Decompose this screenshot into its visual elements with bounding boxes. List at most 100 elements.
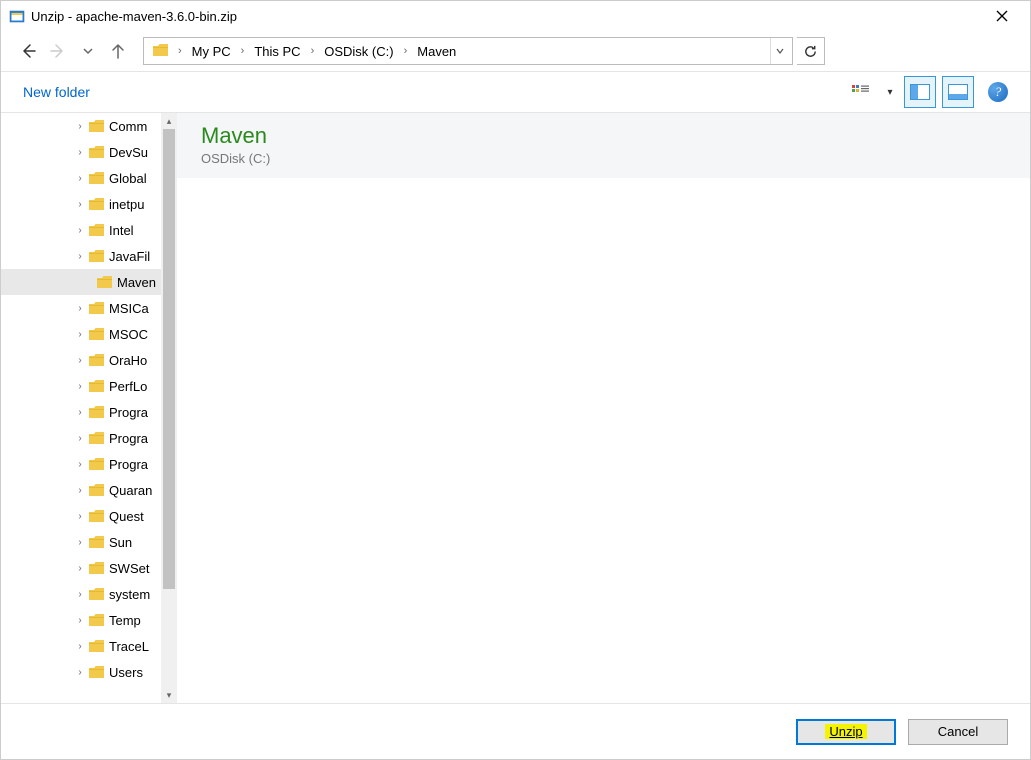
tree-item-label: Users	[109, 665, 143, 680]
chevron-right-icon[interactable]: ›	[73, 641, 87, 652]
chevron-right-icon[interactable]: ›	[73, 199, 87, 210]
scroll-up-button[interactable]: ▴	[161, 113, 177, 129]
tree-item-label: Maven	[117, 275, 156, 290]
breadcrumb-seg[interactable]: OSDisk (C:)	[318, 38, 399, 64]
chevron-right-icon[interactable]: ›	[237, 38, 249, 64]
breadcrumb[interactable]: › My PC › This PC › OSDisk (C:) › Maven	[143, 37, 793, 65]
tree-item[interactable]: › Progra	[1, 451, 161, 477]
view-options-button[interactable]	[846, 77, 876, 107]
chevron-right-icon[interactable]: ›	[73, 381, 87, 392]
chevron-right-icon[interactable]: ›	[73, 147, 87, 158]
refresh-button[interactable]	[797, 37, 825, 65]
breadcrumb-seg[interactable]: My PC	[186, 38, 237, 64]
tree-item[interactable]: ›OraHo	[1, 347, 161, 373]
tree-item[interactable]: ›JavaFil	[1, 243, 161, 269]
chevron-right-icon[interactable]: ›	[73, 407, 87, 418]
tree-item[interactable]: › PerfLo	[1, 373, 161, 399]
folder-icon	[89, 379, 105, 393]
folder-icon	[89, 431, 105, 445]
tree-item-label: Quest	[109, 509, 144, 524]
chevron-right-icon[interactable]: ›	[73, 251, 87, 262]
chevron-right-icon[interactable]: ›	[73, 589, 87, 600]
folder-icon	[89, 249, 105, 263]
footer: Unzip Cancel	[1, 703, 1030, 759]
titlebar: Unzip - apache-maven-3.6.0-bin.zip	[1, 1, 1030, 31]
chevron-right-icon[interactable]: ›	[73, 121, 87, 132]
chevron-right-icon[interactable]: ›	[73, 667, 87, 678]
breadcrumb-dropdown[interactable]	[770, 38, 788, 64]
tree-item[interactable]: ›Temp	[1, 607, 161, 633]
close-button[interactable]	[982, 1, 1022, 31]
chevron-right-icon[interactable]: ›	[400, 38, 412, 64]
tree-scrollbar[interactable]: ▴ ▾	[161, 113, 177, 703]
tree-item-label: PerfLo	[109, 379, 147, 394]
tree-item-label: inetpu	[109, 197, 144, 212]
chevron-right-icon[interactable]: ›	[73, 485, 87, 496]
folder-icon	[89, 353, 105, 367]
command-bar: New folder ▾ ?	[1, 71, 1030, 113]
details-pane-button[interactable]	[942, 76, 974, 108]
help-button[interactable]: ?	[988, 82, 1008, 102]
tree-item[interactable]: › Quest	[1, 503, 161, 529]
chevron-right-icon[interactable]: ›	[73, 511, 87, 522]
back-button[interactable]	[15, 38, 41, 64]
tree-item[interactable]: › Quaran	[1, 477, 161, 503]
tree-item[interactable]: › TraceL	[1, 633, 161, 659]
directory-subtitle: OSDisk (C:)	[201, 151, 1006, 166]
chevron-right-icon[interactable]: ›	[73, 615, 87, 626]
chevron-right-icon[interactable]: ›	[73, 355, 87, 366]
chevron-right-icon[interactable]: ›	[73, 173, 87, 184]
tree-item-label: SWSet	[109, 561, 149, 576]
chevron-right-icon[interactable]: ›	[174, 38, 186, 64]
folder-icon	[89, 639, 105, 653]
tree-item[interactable]: › MSOC	[1, 321, 161, 347]
tree-item-label: MSICa	[109, 301, 149, 316]
chevron-right-icon[interactable]: ›	[73, 537, 87, 548]
folder-icon	[89, 535, 105, 549]
cancel-button[interactable]: Cancel	[908, 719, 1008, 745]
tree-item[interactable]: ›system	[1, 581, 161, 607]
folder-icon	[89, 223, 105, 237]
chevron-right-icon[interactable]: ›	[73, 433, 87, 444]
tree-item-label: MSOC	[109, 327, 148, 342]
body: ›Comm›DevSu›Global›inetpu›Intel›JavaFilM…	[1, 113, 1030, 703]
folder-tree[interactable]: ›Comm›DevSu›Global›inetpu›Intel›JavaFilM…	[1, 113, 177, 703]
folder-icon	[89, 457, 105, 471]
unzip-button[interactable]: Unzip	[796, 719, 896, 745]
chevron-right-icon[interactable]: ›	[73, 563, 87, 574]
tree-item[interactable]: › inetpu	[1, 191, 161, 217]
tree-item[interactable]: › MSICa	[1, 295, 161, 321]
tree-item[interactable]: ›Sun	[1, 529, 161, 555]
folder-icon	[89, 197, 105, 211]
scroll-down-button[interactable]: ▾	[161, 687, 177, 703]
new-folder-button[interactable]: New folder	[23, 84, 90, 100]
chevron-right-icon[interactable]: ›	[73, 303, 87, 314]
tree-item[interactable]: › Users	[1, 659, 161, 685]
tree-item[interactable]: ›Intel	[1, 217, 161, 243]
tree-item[interactable]: ›Global	[1, 165, 161, 191]
tree-item[interactable]: › SWSet	[1, 555, 161, 581]
chevron-right-icon[interactable]: ›	[73, 329, 87, 340]
content-pane[interactable]: Maven OSDisk (C:)	[177, 113, 1030, 703]
breadcrumb-seg[interactable]: This PC	[248, 38, 306, 64]
tree-item[interactable]: ›DevSu	[1, 139, 161, 165]
tree-item[interactable]: ›Comm	[1, 113, 161, 139]
tree-item-label: Quaran	[109, 483, 152, 498]
breadcrumb-seg[interactable]: Maven	[411, 38, 462, 64]
chevron-right-icon[interactable]: ›	[73, 225, 87, 236]
view-options-dropdown[interactable]: ▾	[882, 77, 898, 107]
up-button[interactable]	[105, 38, 131, 64]
tree-item-label: Progra	[109, 457, 148, 472]
scroll-thumb[interactable]	[163, 129, 175, 589]
tree-item-label: TraceL	[109, 639, 149, 654]
tree-item[interactable]: Maven	[1, 269, 161, 295]
preview-pane-button[interactable]	[904, 76, 936, 108]
tree-item[interactable]: ›Progra	[1, 399, 161, 425]
chevron-right-icon[interactable]: ›	[73, 459, 87, 470]
recent-dropdown[interactable]	[75, 38, 101, 64]
chevron-right-icon[interactable]: ›	[307, 38, 319, 64]
forward-button[interactable]	[45, 38, 71, 64]
scroll-track[interactable]	[161, 129, 177, 687]
tree-item[interactable]: ›Progra	[1, 425, 161, 451]
directory-header: Maven OSDisk (C:)	[177, 113, 1030, 178]
